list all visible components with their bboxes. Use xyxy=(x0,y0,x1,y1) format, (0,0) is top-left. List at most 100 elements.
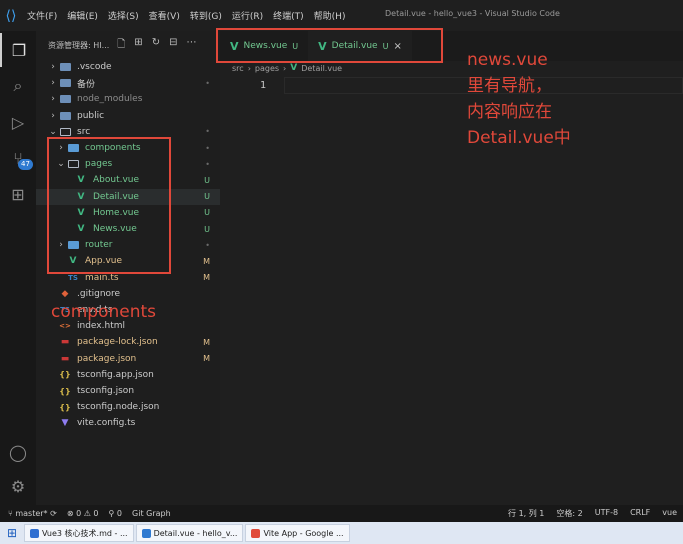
git-status-badge: • xyxy=(205,159,210,169)
tree-item-label: package-lock.json xyxy=(77,337,158,348)
more-icon[interactable]: ⋯ xyxy=(186,37,196,54)
menu-run[interactable]: 运行(R) xyxy=(227,9,268,22)
folder-icon xyxy=(58,62,72,72)
taskbar-item[interactable]: Detail.vue - hello_v... xyxy=(135,524,244,542)
tree-item[interactable]: › 备份 • xyxy=(36,75,220,91)
account-icon[interactable]: ◯ xyxy=(0,435,36,469)
menu-view[interactable]: 查看(V) xyxy=(144,9,185,22)
explorer-icon[interactable]: ❐ xyxy=(0,33,36,67)
taskbar-item-label: Vite App - Google ... xyxy=(263,528,344,538)
refresh-icon[interactable]: ↻ xyxy=(152,37,160,54)
tree-item[interactable]: ▬ package.json M xyxy=(36,351,220,367)
tree-item-label: vite.config.ts xyxy=(77,418,136,429)
git-status-badge: • xyxy=(205,143,210,153)
menu-selection[interactable]: 选择(S) xyxy=(103,9,144,22)
gear-icon[interactable]: ⚙ xyxy=(0,469,36,503)
typescript-file-icon: TS xyxy=(68,273,78,282)
taskbar-item-label: Vue3 核心技术.md - ... xyxy=(42,528,128,538)
title-bar: ⟨⟩ 文件(F) 编辑(E) 选择(S) 查看(V) 转到(G) 运行(R) 终… xyxy=(0,0,683,31)
status-bar: ⑂ master* ⟳ ⊗ 0 ⚠ 0 ⚲ 0 Git Graph 行 1, 列… xyxy=(0,505,683,522)
breadcrumb-src[interactable]: src xyxy=(232,64,244,73)
annotation-line-1: news.vue xyxy=(467,50,548,70)
annotation-line-2: 里有导航， xyxy=(467,76,552,96)
new-folder-icon[interactable]: ⊞ xyxy=(134,37,142,54)
windows-start-icon[interactable]: ⊞ xyxy=(4,525,20,541)
vite-file-icon: ▼ xyxy=(61,418,69,429)
folder-shape xyxy=(59,79,71,88)
vscode-logo-icon: ⟨⟩ xyxy=(5,7,17,24)
git-status-badge: U xyxy=(204,208,210,218)
branch-status[interactable]: ⑂ master* ⟳ xyxy=(8,509,57,518)
indentation[interactable]: 空格: 2 xyxy=(556,508,582,519)
tree-item-label: node_modules xyxy=(77,94,143,105)
chevron-icon: › xyxy=(51,78,55,89)
taskbar-item[interactable]: Vue3 核心技术.md - ... xyxy=(24,524,134,542)
activity-bar: ❐ ⌕ ▷ ⑂ 47 ⊞ ◯ ⚙ xyxy=(0,31,36,505)
tree-item[interactable]: › .vscode xyxy=(36,59,220,75)
breadcrumb-pages[interactable]: pages xyxy=(255,64,279,73)
error-count: 0 xyxy=(76,509,82,518)
tree-item-label: main.ts xyxy=(85,272,119,283)
tree-item[interactable]: {} tsconfig.app.json xyxy=(36,367,220,383)
git-status-badge: U xyxy=(204,224,210,234)
cursor-position[interactable]: 行 1, 列 1 xyxy=(508,508,544,519)
tree-item[interactable]: {} tsconfig.json xyxy=(36,383,220,399)
tree-item-label: package.json xyxy=(77,353,137,364)
breadcrumb: src › pages › V Detail.vue xyxy=(220,61,683,75)
git-file-icon: ◆ xyxy=(61,288,69,299)
menu-file[interactable]: 文件(F) xyxy=(22,9,62,22)
source-control-icon[interactable]: ⑂ 47 xyxy=(0,141,36,175)
folder-icon xyxy=(58,94,72,104)
git-graph-button[interactable]: Git Graph xyxy=(132,509,171,518)
explorer-title: 资源管理器: HI... xyxy=(48,40,110,50)
tree-item[interactable]: ▬ package-lock.json M xyxy=(36,334,220,350)
tree-item[interactable]: {} tsconfig.node.json xyxy=(36,399,220,415)
chevron-icon: › xyxy=(51,62,55,72)
chevron-icon: ⌄ xyxy=(49,126,57,137)
menu-go[interactable]: 转到(G) xyxy=(185,9,227,22)
problems-status[interactable]: ⊗ 0 ⚠ 0 xyxy=(67,509,99,518)
annotation-line-4: Detail.vue中 xyxy=(467,128,571,148)
search-icon[interactable]: ⌕ xyxy=(0,69,36,103)
git-status-badge: U xyxy=(204,192,210,202)
tree-item-label: tsconfig.node.json xyxy=(77,402,160,413)
folder-icon xyxy=(58,78,72,88)
app-icon xyxy=(30,528,39,538)
menu-terminal[interactable]: 终端(T) xyxy=(268,9,309,22)
annotation-line-3: 内容响应在 xyxy=(467,102,552,122)
line-ending[interactable]: CRLF xyxy=(630,508,650,519)
breadcrumb-separator: › xyxy=(247,63,251,73)
editor-area[interactable]: src › pages › V Detail.vue 1 xyxy=(220,61,683,505)
folder-shape xyxy=(59,127,71,136)
git-status-badge: • xyxy=(205,240,210,250)
git-status-badge: • xyxy=(205,78,210,88)
ports-status[interactable]: ⚲ 0 xyxy=(109,509,123,518)
menu-edit[interactable]: 编辑(E) xyxy=(62,9,103,22)
menu-help[interactable]: 帮助(H) xyxy=(309,9,351,22)
taskbar-item-label: Detail.vue - hello_v... xyxy=(153,528,238,538)
scm-badge: 47 xyxy=(18,159,33,170)
app-icon xyxy=(141,528,151,538)
ports-count: 0 xyxy=(116,509,123,518)
language-mode[interactable]: vue xyxy=(662,508,677,519)
taskbar-item[interactable]: Vite App - Google ... xyxy=(245,524,350,542)
annotation-components-label: components xyxy=(51,302,157,322)
tree-item-label: .vscode xyxy=(77,62,112,72)
git-status-badge: U xyxy=(204,175,210,185)
sync-icon: ⟳ xyxy=(50,509,57,518)
new-file-icon[interactable]: 🗋 xyxy=(117,37,125,54)
encoding[interactable]: UTF-8 xyxy=(595,508,618,519)
breadcrumb-separator: › xyxy=(283,63,287,73)
run-debug-icon[interactable]: ▷ xyxy=(0,105,36,139)
breadcrumb-file[interactable]: Detail.vue xyxy=(301,64,342,73)
tree-item[interactable]: ▼ vite.config.ts xyxy=(36,415,220,431)
folder-shape xyxy=(59,95,71,104)
extensions-icon[interactable]: ⊞ xyxy=(0,177,36,211)
tree-item[interactable]: › node_modules xyxy=(36,91,220,107)
collapse-icon[interactable]: ⊟ xyxy=(169,37,177,54)
tree-item[interactable]: › public xyxy=(36,108,220,124)
git-status-badge: M xyxy=(203,273,210,283)
code-line[interactable]: 1 xyxy=(220,77,683,94)
components-annotation-box xyxy=(47,137,171,274)
taskbar-items: Vue3 核心技术.md - ... Detail.vue - hello_v..… xyxy=(24,524,352,542)
